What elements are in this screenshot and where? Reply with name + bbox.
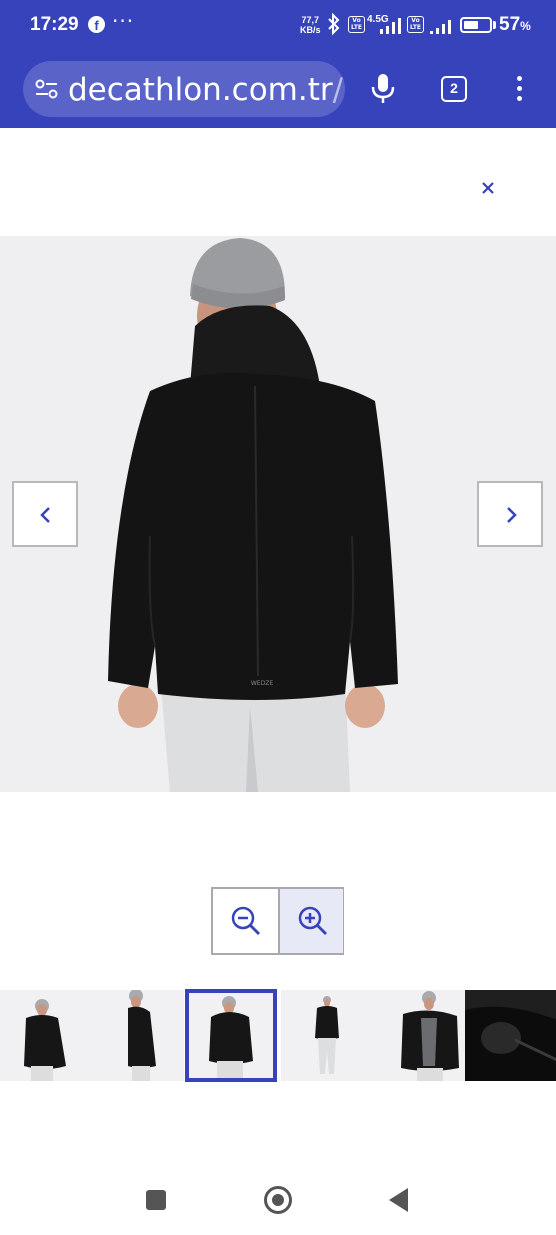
jacket-logo: WEDZE [251, 680, 273, 687]
screen: 17:29 f ··· 77,7 KB/s Vo LTE 4.5G Vo LTE [0, 0, 556, 1235]
zoom-in-button[interactable] [278, 889, 343, 953]
thumbnail-open-jacket-view[interactable] [373, 990, 465, 1081]
url-text[interactable]: decathlon.com.tr/p [68, 72, 345, 108]
volte-icon-sim2: Vo LTE [407, 16, 424, 33]
zoom-in-icon [298, 906, 327, 935]
tune-icon[interactable] [35, 78, 59, 100]
battery-fill [464, 21, 478, 29]
chevron-left-icon [40, 507, 50, 523]
thumbnail-front-view[interactable] [0, 990, 92, 1081]
status-bar: 17:29 f ··· 77,7 KB/s Vo LTE 4.5G Vo LTE [0, 0, 556, 52]
battery-percent-sign: % [520, 19, 531, 33]
volte-icon: Vo LTE [348, 16, 365, 33]
zoom-out-button[interactable] [213, 889, 278, 953]
previous-image-button[interactable] [12, 481, 78, 547]
thumbnail-back-view[interactable] [185, 989, 277, 1082]
jacket-back-photo: WEDZE [0, 236, 556, 792]
address-bar[interactable]: decathlon.com.tr/p [23, 61, 345, 117]
facebook-icon: f [88, 16, 105, 33]
battery-tip [493, 21, 496, 29]
bluetooth-icon [328, 13, 340, 35]
zoom-controls [211, 887, 344, 955]
back-icon[interactable] [389, 1188, 408, 1212]
close-icon[interactable] [475, 175, 501, 201]
network-speed-value: 77,7 [301, 15, 320, 25]
browser-header: 17:29 f ··· 77,7 KB/s Vo LTE 4.5G Vo LTE [0, 0, 556, 128]
battery-percent-value: 57 [499, 14, 521, 35]
network-speed: 77,7 KB/s [300, 15, 321, 35]
recents-icon[interactable] [146, 1190, 166, 1210]
battery-icon [460, 17, 492, 33]
next-image-button[interactable] [477, 481, 543, 547]
product-image[interactable]: WEDZE [0, 236, 556, 792]
system-navigation-bar [0, 1160, 556, 1235]
url-path: /p [332, 72, 345, 108]
network-speed-unit: KB/s [300, 25, 321, 35]
url-domain: decathlon.com.tr [68, 72, 333, 108]
signal-icon-sim2 [430, 20, 451, 34]
chevron-right-icon [507, 507, 517, 523]
status-time: 17:29 [30, 14, 79, 35]
thumbnail-full-body-view[interactable] [281, 990, 373, 1081]
thumbnail-side-view[interactable] [92, 990, 184, 1081]
battery-percent: 57% [499, 14, 531, 36]
kebab-menu-icon[interactable] [517, 76, 522, 106]
zoom-out-icon [231, 906, 260, 935]
home-icon[interactable] [264, 1186, 292, 1214]
status-more: ··· [112, 9, 135, 33]
thumbnail-sleeve-detail-view[interactable] [465, 990, 556, 1081]
tabs-button[interactable]: 2 [441, 76, 467, 102]
mic-icon[interactable] [370, 72, 396, 106]
signal-icon [380, 18, 401, 34]
thumbnail-strip [0, 989, 556, 1082]
